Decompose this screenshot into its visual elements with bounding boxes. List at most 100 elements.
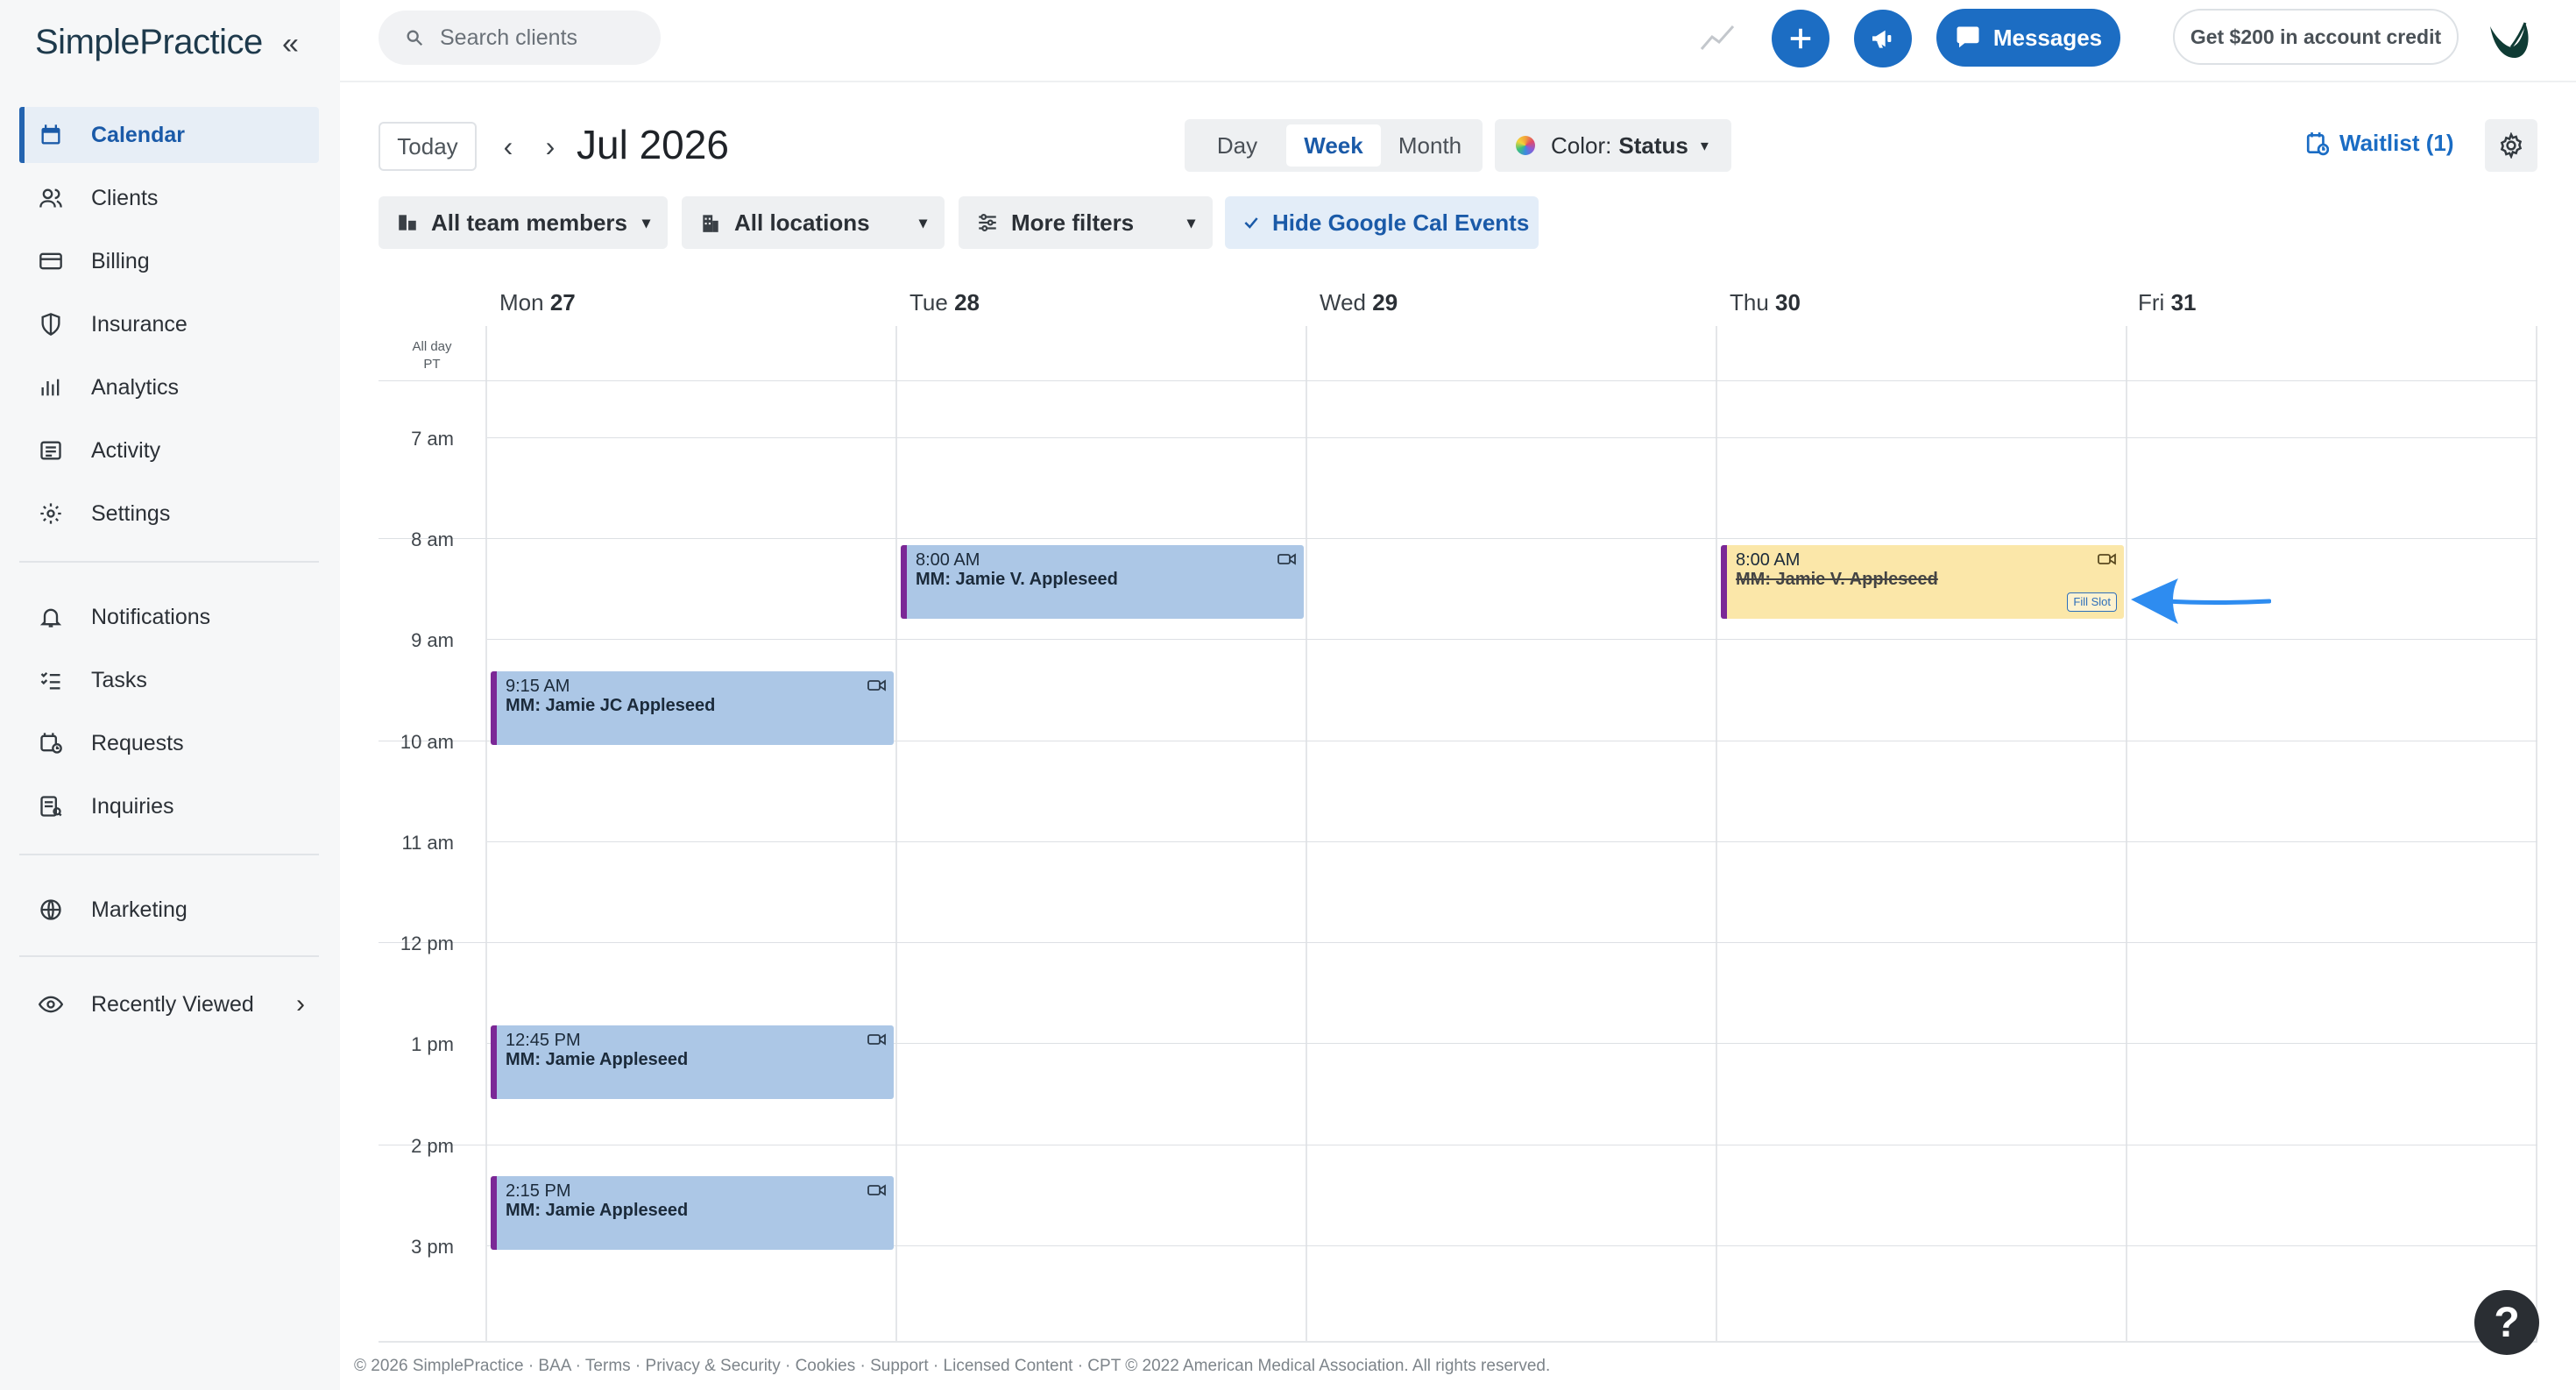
video-icon [867,1033,886,1046]
sidebar-item-label: Requests [91,730,184,755]
month-label: Jul 2026 [577,122,729,167]
appointment-card[interactable]: 2:15 PM MM: Jamie Appleseed [491,1176,894,1250]
appointment-client: MM: Jamie Appleseed [506,1050,689,1069]
day-header-thu[interactable]: Thu 30 [1730,289,1801,316]
sidebar-item-recently-viewed[interactable]: Recently Viewed › [19,976,319,1032]
hour-line [379,942,2537,943]
hour-label: 7 am [411,428,454,450]
caret-down-icon: ▾ [918,213,927,231]
check-icon [1244,217,1258,229]
grid-column-divider [895,326,897,1341]
fill-slot-button[interactable]: Fill Slot [2067,592,2117,612]
sidebar-item-label: Settings [91,500,171,526]
team-members-filter[interactable]: All team members ▾ [379,196,668,249]
hour-line [487,639,2537,640]
grid-column-divider [2126,326,2127,1341]
tab-week[interactable]: Week [1286,124,1381,167]
hour-label: 10 am [400,731,454,753]
add-button[interactable] [1772,10,1829,67]
hour-label: 9 am [411,629,454,651]
search-input[interactable] [438,24,652,52]
account-credit-button[interactable]: Get $200 in account credit [2173,9,2459,65]
appointment-time: 8:00 AM [916,550,980,570]
waitlist-icon [2306,131,2329,155]
sidebar-item-clients[interactable]: Clients [19,170,319,226]
sidebar-item-label: Recently Viewed [91,991,254,1017]
hour-line [487,437,2537,438]
hour-label: 1 pm [411,1033,454,1055]
day-header-tue[interactable]: Tue 28 [909,289,980,316]
simplepractice-logo[interactable]: SimplePractice [35,23,263,62]
sliders-icon [979,214,996,231]
chat-icon [1957,26,1979,48]
gear-icon [2500,132,2523,159]
appointment-time: 2:15 PM [506,1181,571,1201]
sidebar-item-marketing[interactable]: Marketing [19,882,319,938]
collapse-sidebar-icon[interactable]: « [282,26,299,61]
waitlist-label: Waitlist (1) [2339,130,2454,156]
color-prefix: Color: [1551,131,1612,159]
day-header-wed[interactable]: Wed 29 [1320,289,1398,316]
sidebar-item-label: Billing [91,248,150,273]
messages-button[interactable]: Messages [1936,9,2120,67]
bell-icon [37,603,65,631]
sidebar-item-label: Calendar [91,122,185,147]
hour-label: 8 am [411,528,454,550]
hour-label: 11 am [401,832,454,854]
appointment-card[interactable]: 12:45 PM MM: Jamie Appleseed [491,1025,894,1099]
today-button[interactable]: Today [379,122,477,171]
view-switcher: Day Week Month [1185,119,1483,172]
sidebar-item-calendar[interactable]: Calendar [19,107,319,163]
help-button[interactable]: ? [2474,1290,2539,1355]
cancelled-appointment-card[interactable]: 8:00 AM MM: Jamie V. Appleseed Fill Slot [1721,545,2124,619]
appointment-card[interactable]: 8:00 AM MM: Jamie V. Appleseed [901,545,1304,619]
inquiries-icon [37,792,65,820]
sidebar-item-activity[interactable]: Activity [19,422,319,479]
hide-google-cal-toggle[interactable]: Hide Google Cal Events [1225,196,1539,249]
hour-line [379,538,2537,539]
sidebar-item-insurance[interactable]: Insurance [19,296,319,352]
announcements-button[interactable] [1854,10,1912,67]
sidebar-item-requests[interactable]: Requests [19,715,319,771]
all-day-label: All day PT [405,338,459,373]
sidebar-item-billing[interactable]: Billing [19,233,319,289]
next-week-icon[interactable]: › [533,126,568,167]
day-header-fri[interactable]: Fri 31 [2138,289,2196,316]
tab-day[interactable]: Day [1192,124,1283,167]
avatar[interactable] [2485,14,2534,63]
calendar-settings-button[interactable] [2485,119,2537,172]
grid-column-divider [1306,326,1307,1341]
sidebar-item-label: Notifications [91,604,211,629]
video-icon [867,679,886,691]
color-status-dropdown[interactable]: Color: Status ▾ [1495,119,1731,172]
activity-icon [37,436,65,465]
footer-legal-text: © 2026 SimplePractice · BAA · Terms · Pr… [354,1357,1551,1375]
prev-week-icon[interactable]: ‹ [491,126,526,167]
search-box[interactable] [379,11,661,65]
trend-icon[interactable] [1700,21,1735,53]
all-day-divider [379,380,2537,381]
color-wheel-icon [1516,136,1535,155]
locations-filter[interactable]: All locations ▾ [682,196,945,249]
appointment-card[interactable]: 9:15 AM MM: Jamie JC Appleseed [491,671,894,745]
eye-icon [37,990,65,1018]
sidebar-item-label: Clients [91,185,159,210]
appointment-client: MM: Jamie Appleseed [506,1201,689,1220]
sidebar-item-inquiries[interactable]: Inquiries [19,778,319,834]
appointment-time: 8:00 AM [1736,550,1801,570]
messages-label: Messages [1992,24,2103,51]
tab-month[interactable]: Month [1384,124,1476,167]
sidebar-item-label: Marketing [91,897,188,922]
sidebar-item-label: Inquiries [91,793,174,819]
sidebar-item-analytics[interactable]: Analytics [19,359,319,415]
chevron-right-icon[interactable]: › [296,989,305,1019]
bar-chart-icon [37,373,65,401]
sidebar-item-notifications[interactable]: Notifications [19,589,319,645]
question-mark-icon: ? [2494,1299,2520,1346]
more-filters-button[interactable]: More filters ▾ [959,196,1213,249]
sidebar-item-tasks[interactable]: Tasks [19,652,319,708]
waitlist-button[interactable]: Waitlist (1) [2306,130,2453,157]
calendar-icon [37,121,65,149]
sidebar-item-settings[interactable]: Settings [19,486,319,542]
day-header-mon[interactable]: Mon 27 [499,289,576,316]
